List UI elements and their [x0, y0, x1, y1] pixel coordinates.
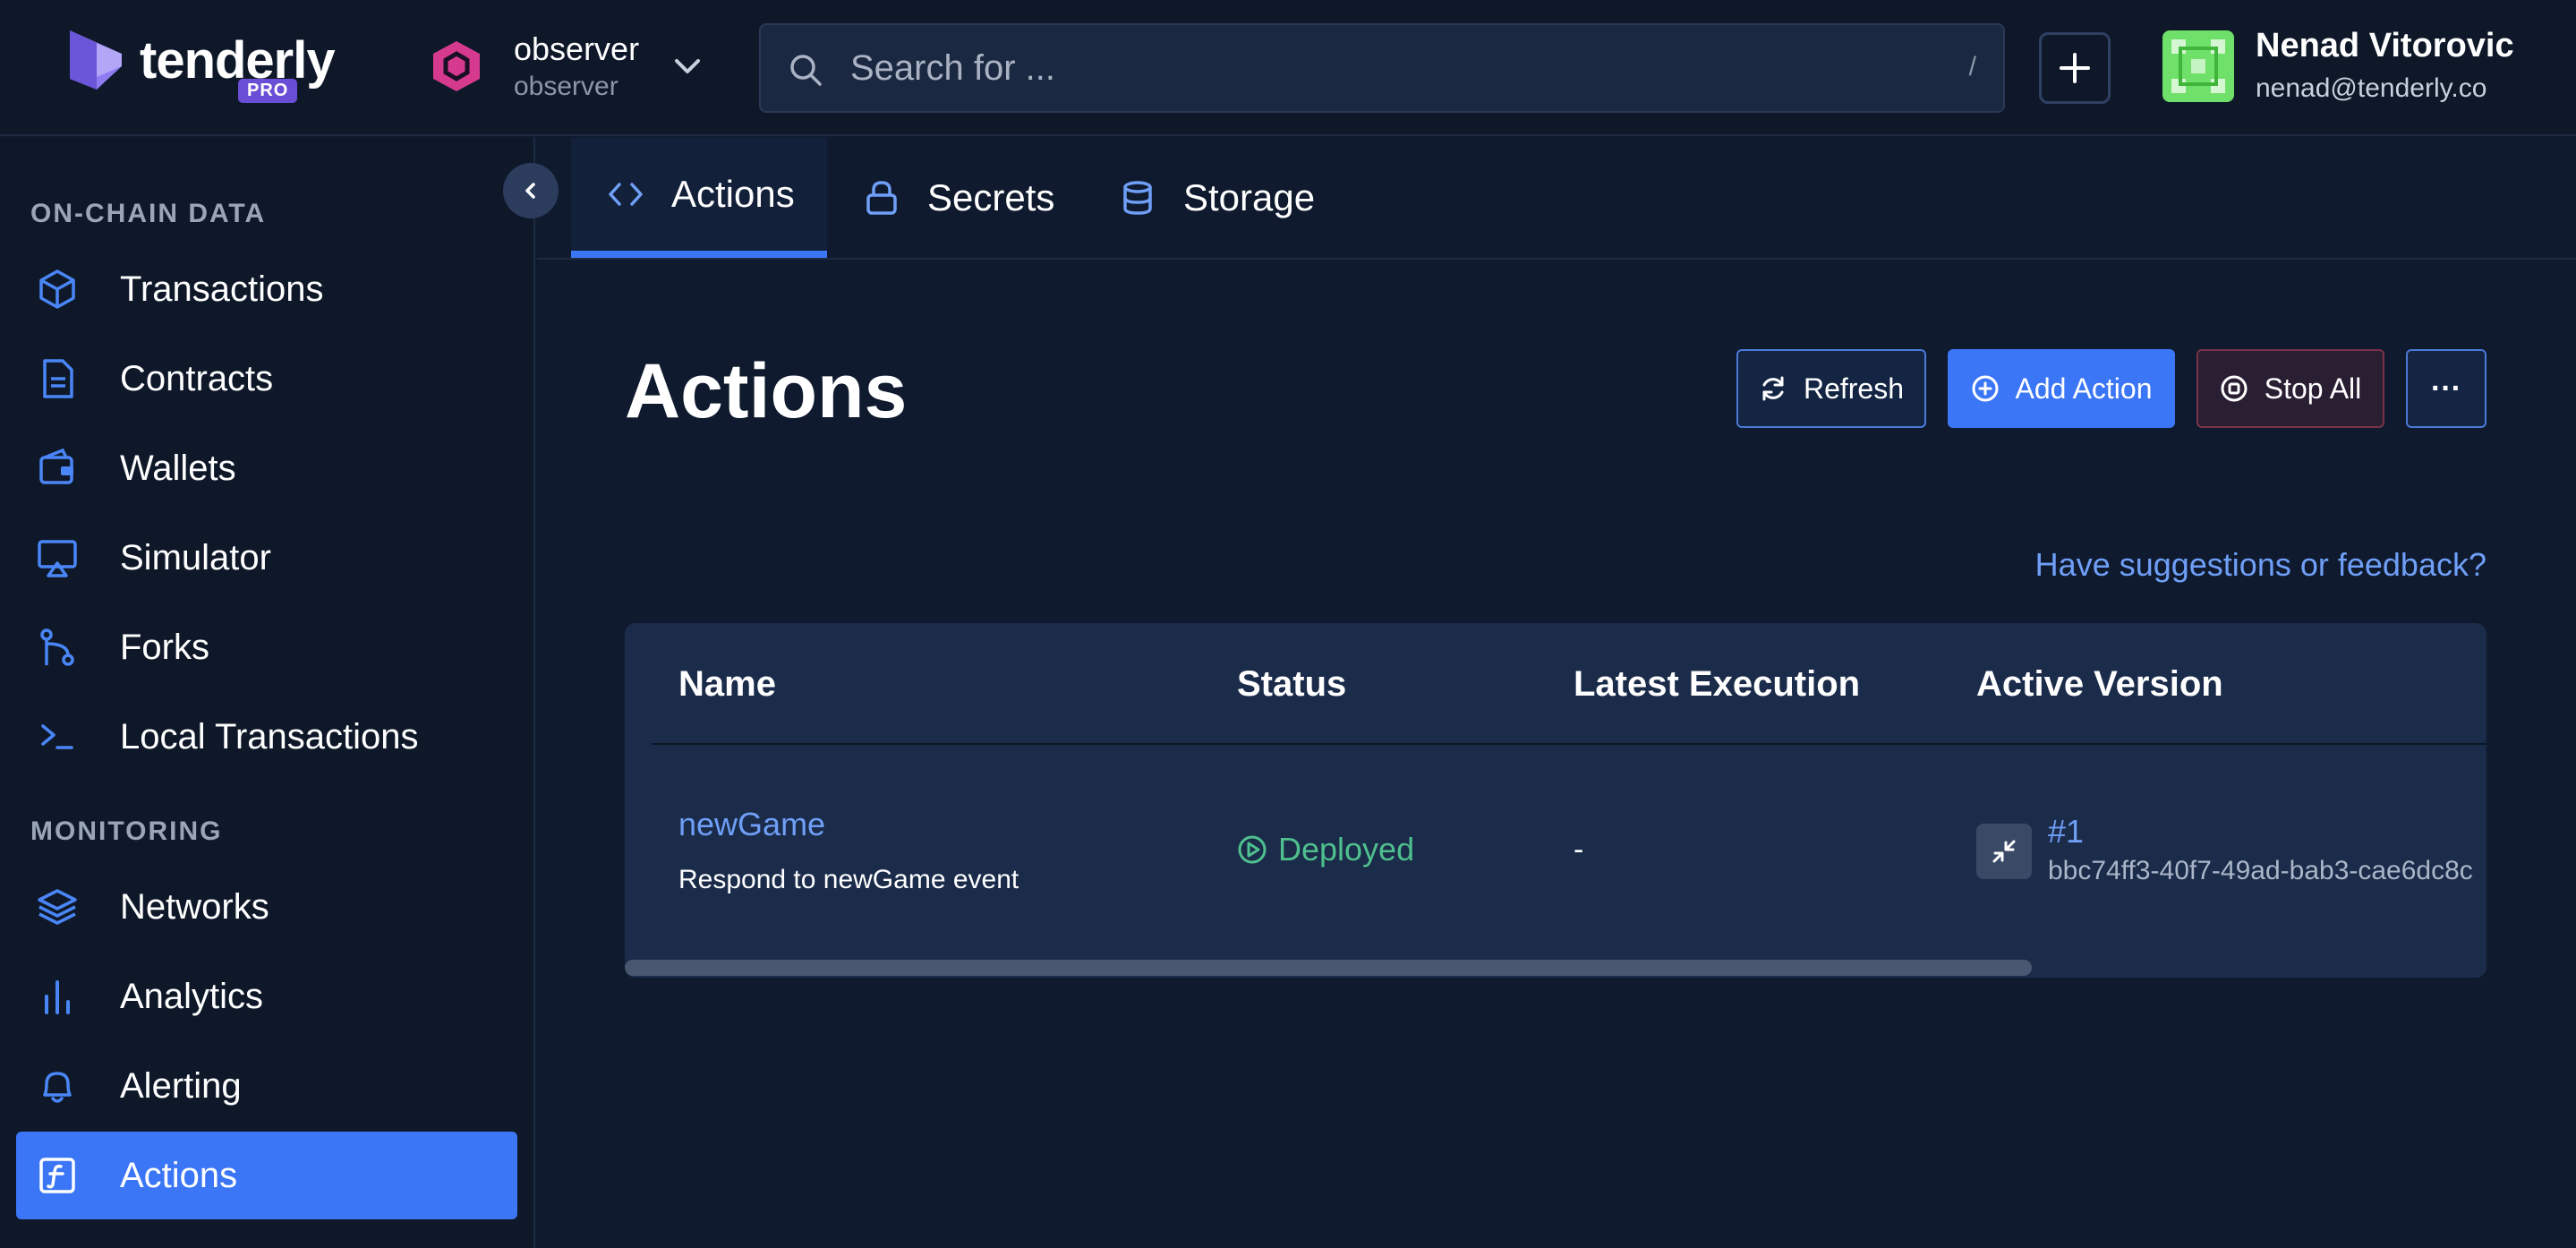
sidebar-item-label: Forks	[120, 627, 209, 667]
search-icon	[790, 55, 822, 86]
column-header-active-version[interactable]: Active Version	[1976, 664, 2223, 705]
collapse-arrows-icon	[1992, 840, 2016, 863]
tab-label: Storage	[1183, 176, 1316, 218]
sidebar-item-label: Wallets	[120, 448, 236, 488]
status-badge: Deployed	[1237, 831, 1414, 868]
tab-bar: Actions Secrets Storage	[537, 138, 2576, 260]
stop-all-button[interactable]: Stop All	[2196, 349, 2384, 428]
sidebar-item-label: Alerting	[120, 1065, 242, 1106]
sidebar-item-label: Local Transactions	[120, 716, 419, 756]
sidebar-item-local-transactions[interactable]: Local Transactions	[16, 693, 517, 781]
sidebar-item-label: Actions	[120, 1155, 238, 1195]
sidebar-item-label: Simulator	[120, 537, 271, 577]
more-options-label: ···	[2431, 371, 2461, 406]
cube-icon	[39, 269, 75, 309]
sidebar-item-contracts[interactable]: Contracts	[16, 335, 517, 423]
latest-execution: -	[1574, 833, 1584, 867]
section-title-on-chain-data: ON-CHAIN DATA	[30, 199, 267, 228]
actions-table: Name Status Latest Execution Active Vers…	[625, 623, 2486, 978]
more-options-button[interactable]: ···	[2406, 349, 2486, 428]
sidebar-item-label: Contracts	[120, 358, 274, 398]
tab-secrets[interactable]: Secrets	[863, 138, 1054, 258]
section-title-monitoring: MONITORING	[30, 816, 223, 846]
bar-chart-icon	[45, 980, 70, 1014]
layers-icon	[38, 889, 77, 925]
sidebar-item-alerting[interactable]: Alerting	[16, 1042, 517, 1130]
page-title: Actions	[625, 348, 908, 434]
header-divider	[652, 743, 2486, 745]
sidebar-item-networks[interactable]: Networks	[16, 863, 517, 951]
tab-storage[interactable]: Storage	[1119, 138, 1315, 258]
column-header-latest-execution[interactable]: Latest Execution	[1574, 664, 1860, 705]
version-number-link[interactable]: #1	[2048, 813, 2084, 851]
top-bar: tenderly PRO observer observer /	[0, 0, 2576, 136]
refresh-icon	[1762, 376, 1784, 401]
refresh-button[interactable]: Refresh	[1736, 349, 1926, 428]
tab-actions[interactable]: Actions	[571, 138, 827, 258]
version-toggle-button[interactable]	[1976, 824, 2032, 879]
bell-icon	[43, 1072, 72, 1103]
document-icon	[43, 359, 73, 398]
project-hexagon-icon	[433, 41, 480, 91]
refresh-button-label: Refresh	[1803, 372, 1905, 405]
tab-label: Actions	[671, 173, 795, 215]
fork-icon	[40, 628, 74, 666]
function-icon	[39, 1158, 75, 1193]
sidebar-item-simulator[interactable]: Simulator	[16, 514, 517, 602]
wallet-icon	[39, 448, 73, 484]
action-name-link[interactable]: newGame	[678, 806, 825, 843]
feedback-link[interactable]: Have suggestions or feedback?	[2035, 546, 2486, 584]
project-owner: observer	[514, 72, 618, 101]
add-action-button[interactable]: Add Action	[1948, 349, 2175, 428]
sidebar-item-transactions[interactable]: Transactions	[16, 245, 517, 333]
project-switcher[interactable]: observer observer	[431, 27, 718, 107]
user-name[interactable]: Nenad Vitorovic	[2256, 27, 2514, 65]
sidebar-item-analytics[interactable]: Analytics	[16, 953, 517, 1040]
scrollbar-thumb[interactable]	[625, 960, 2032, 976]
play-circle-icon	[1238, 835, 1267, 864]
sidebar: ON-CHAIN DATA Transactions Contracts Wal…	[0, 138, 535, 1248]
user-email: nenad@tenderly.co	[2256, 73, 2487, 103]
avatar-pattern-icon	[2162, 30, 2234, 102]
pro-badge: PRO	[238, 79, 298, 103]
column-header-name[interactable]: Name	[678, 664, 776, 705]
status-label: Deployed	[1278, 831, 1415, 868]
sidebar-item-wallets[interactable]: Wallets	[16, 424, 517, 512]
search-bar[interactable]: /	[759, 23, 2005, 113]
action-description: Respond to newGame event	[678, 865, 1019, 894]
plus-circle-icon	[1972, 375, 1998, 402]
tab-label: Secrets	[927, 176, 1055, 218]
search-shortcut: /	[1968, 52, 1976, 81]
sidebar-item-actions[interactable]: Actions	[16, 1132, 517, 1219]
chevron-left-icon	[525, 183, 535, 199]
search-input[interactable]	[850, 25, 1889, 111]
collapse-sidebar-button[interactable]	[503, 163, 559, 218]
create-button[interactable]	[2039, 32, 2111, 104]
sidebar-item-label: Analytics	[120, 976, 264, 1016]
code-icon	[609, 183, 643, 206]
chevron-down-icon[interactable]	[670, 48, 705, 84]
sidebar-item-forks[interactable]: Forks	[16, 603, 517, 691]
avatar[interactable]	[2162, 30, 2234, 102]
tenderly-logo[interactable]: tenderly PRO	[66, 27, 336, 107]
add-action-button-label: Add Action	[2015, 372, 2153, 405]
screen-icon	[38, 540, 77, 577]
stop-all-button-label: Stop All	[2264, 372, 2362, 405]
plus-icon	[2060, 53, 2090, 83]
version-id: bbc74ff3-40f7-49ad-bab3-cae6dc8c	[2048, 856, 2473, 885]
stop-circle-icon	[2221, 375, 2248, 402]
sidebar-item-label: Transactions	[120, 269, 324, 309]
column-header-status[interactable]: Status	[1237, 664, 1346, 705]
tenderly-logo-icon	[70, 30, 122, 90]
brand-name: tenderly	[140, 31, 336, 90]
database-icon	[1123, 181, 1152, 215]
project-name: observer	[514, 30, 640, 67]
terminal-icon	[41, 724, 73, 749]
lock-icon	[866, 181, 897, 215]
sidebar-item-label: Networks	[120, 886, 269, 927]
